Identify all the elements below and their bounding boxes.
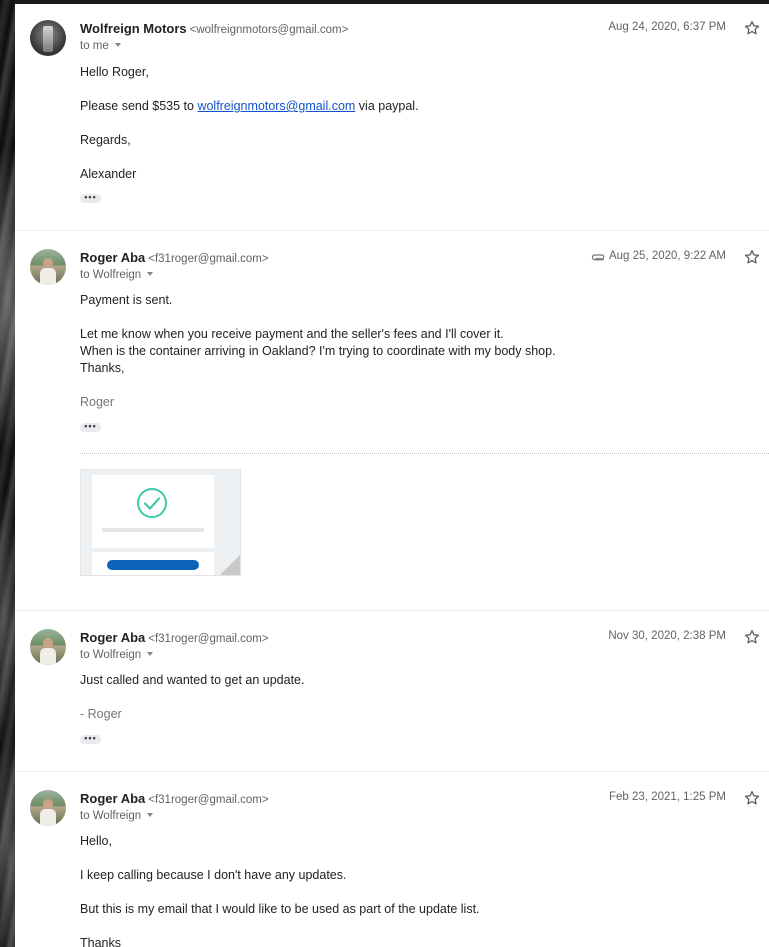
paperclip-icon [591,254,605,261]
attachment-preview-card [92,475,214,548]
sender-email: <f31roger@gmail.com> [148,253,269,265]
sender-line[interactable]: Wolfreign Motors <wolfreignmotors@gmail.c… [80,21,348,36]
message-divider [15,230,769,231]
sender-line[interactable]: Roger Aba <f31roger@gmail.com> [80,630,269,645]
email-thread: Wolfreign Motors <wolfreignmotors@gmail.c… [15,0,769,947]
message-body: Just called and wanted to get an update.… [80,672,304,723]
star-icon[interactable] [743,628,761,646]
body-text: via paypal. [355,99,419,113]
body-line: When is the container arriving in Oaklan… [80,344,556,358]
show-trimmed-content-button[interactable]: ••• [80,734,101,744]
message-body: Hello Roger, Please send $535 to wolfrei… [80,64,419,183]
avatar[interactable] [30,249,66,285]
caret-down-icon[interactable] [147,272,154,276]
caret-down-icon[interactable] [147,813,154,817]
email-message-1[interactable]: Wolfreign Motors <wolfreignmotors@gmail.c… [15,0,769,230]
attachment-divider [80,453,769,454]
star-icon[interactable] [743,789,761,807]
message-divider [15,771,769,772]
body-line: But this is my email that I would like t… [80,902,480,916]
sender-name[interactable]: Wolfreign Motors [80,21,187,36]
signature: Roger [80,395,115,409]
body-line: I keep calling because I don't have any … [80,868,347,882]
body-line: Regards, [80,133,131,147]
caret-down-icon[interactable] [114,43,121,47]
signature: - Roger [80,707,122,721]
recipient-toggle[interactable]: to Wolfreign [80,269,154,281]
star-icon[interactable] [743,248,761,266]
body-line: Thanks [80,936,121,947]
body-line: Hello Roger, [80,65,149,79]
recipient-toggle[interactable]: to me [80,40,121,52]
body-line: Payment is sent. [80,293,173,307]
avatar[interactable] [30,629,66,665]
sender-name[interactable]: Roger Aba [80,250,145,265]
message-body: Hello, I keep calling because I don't ha… [80,833,480,947]
recipient-label: to Wolfreign [80,810,142,822]
sender-name[interactable]: Roger Aba [80,791,145,806]
message-date: Aug 25, 2020, 9:22 AM [608,250,726,262]
message-divider [15,610,769,611]
preview-button-graphic [107,560,199,570]
show-trimmed-content-button[interactable]: ••• [80,193,101,203]
preview-text-placeholder [102,528,204,532]
avatar[interactable] [30,790,66,826]
body-line: Hello, [80,834,112,848]
page-fold-corner [220,555,240,575]
sender-line[interactable]: Roger Aba <f31roger@gmail.com> [80,250,269,265]
show-trimmed-content-button[interactable]: ••• [80,422,101,432]
email-link[interactable]: wolfreignmotors@gmail.com [197,99,355,113]
attachment-preview-footer [92,552,214,575]
sender-name[interactable]: Roger Aba [80,630,145,645]
body-line: Let me know when you receive payment and… [80,327,504,341]
body-text: Please send $535 to [80,99,198,113]
message-date: Aug 24, 2020, 6:37 PM [608,21,726,33]
caret-down-icon[interactable] [147,652,154,656]
recipient-toggle[interactable]: to Wolfreign [80,649,154,661]
body-line: Thanks, [80,361,125,375]
body-line: Please send $535 to wolfreignmotors@gmai… [80,98,419,115]
star-icon[interactable] [743,19,761,37]
attachment-thumbnail[interactable] [80,469,241,576]
sender-email: <wolfreignmotors@gmail.com> [189,24,349,36]
recipient-label: to Wolfreign [80,269,142,281]
message-body: Payment is sent. Let me know when you re… [80,292,556,411]
message-date: Nov 30, 2020, 2:38 PM [608,630,726,642]
recipient-label: to me [80,40,109,52]
check-circle-icon [137,488,167,518]
avatar[interactable] [30,20,66,56]
message-date: Feb 23, 2021, 1:25 PM [609,791,726,803]
signature: Alexander [80,167,137,181]
sender-email: <f31roger@gmail.com> [148,794,269,806]
sender-line[interactable]: Roger Aba <f31roger@gmail.com> [80,791,269,806]
recipient-toggle[interactable]: to Wolfreign [80,810,154,822]
sender-email: <f31roger@gmail.com> [148,633,269,645]
recipient-label: to Wolfreign [80,649,142,661]
body-line: Just called and wanted to get an update. [80,673,305,687]
